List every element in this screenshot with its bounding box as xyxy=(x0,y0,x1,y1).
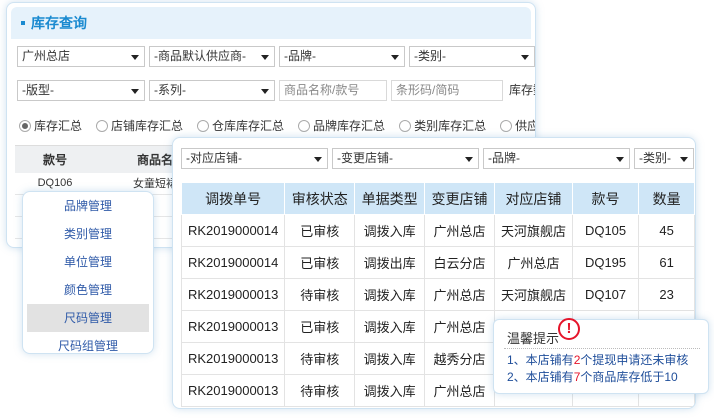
chevron-down-icon xyxy=(521,55,529,60)
radio-warehouse-summary[interactable]: 仓库库存汇总 xyxy=(197,117,284,134)
transfer-category-select[interactable]: -类别- xyxy=(634,148,694,169)
column-header-qty: 数量 xyxy=(638,182,695,215)
fit-select[interactable]: -版型- xyxy=(17,80,145,101)
radio-category-summary[interactable]: 类别库存汇总 xyxy=(399,117,486,134)
radio-inventory-summary[interactable]: 库存汇总 xyxy=(19,117,82,134)
summary-radio-group: 库存汇总 店铺库存汇总 仓库库存汇总 品牌库存汇总 类别库存汇总 供应商库 xyxy=(19,117,535,134)
divider xyxy=(504,348,700,349)
attribute-menu: 品牌管理 类别管理 单位管理 颜色管理 尺码管理 尺码组管理 xyxy=(22,191,154,354)
table-row[interactable]: RK2019000014 已审核 调拨出库 白云分店 广州总店 DQ195 61 xyxy=(180,246,695,279)
column-header-doc-type: 单据类型 xyxy=(354,182,426,215)
product-search-input[interactable]: 商品名称/款号 xyxy=(279,80,387,101)
supplier-select[interactable]: -商品默认供应商- xyxy=(149,46,275,67)
store-select[interactable]: 广州总店 xyxy=(17,46,145,67)
chevron-down-icon xyxy=(261,89,269,94)
inventory-panel-title: 库存查询 xyxy=(31,15,87,31)
chevron-down-icon xyxy=(261,55,269,60)
tip-notification: 温馨提示 ! 1、本店铺有2个提现申请还未审核 2、本店铺有7个商品库存低于10 xyxy=(493,318,709,394)
column-header-changed-store: 变更店铺 xyxy=(424,182,495,215)
title-bullet-icon xyxy=(21,21,25,25)
chevron-down-icon xyxy=(680,157,688,162)
target-store-select[interactable]: -变更店铺- xyxy=(332,148,479,169)
column-header-status: 审核状态 xyxy=(284,182,356,215)
source-store-select[interactable]: -对应店铺- xyxy=(181,148,328,169)
transfer-brand-select[interactable]: -品牌- xyxy=(483,148,630,169)
chevron-down-icon xyxy=(616,157,624,162)
tip-line-low-stock[interactable]: 2、本店铺有7个商品库存低于10 xyxy=(507,368,678,385)
column-header-style-no: 款号 xyxy=(571,182,640,215)
chevron-down-icon xyxy=(391,55,399,60)
category-select[interactable]: -类别- xyxy=(409,46,535,67)
tip-line-withdrawal[interactable]: 1、本店铺有2个提现申请还未审核 xyxy=(507,351,688,368)
radio-supplier-summary[interactable]: 供应商库 xyxy=(500,117,535,134)
menu-item-size[interactable]: 尺码管理 xyxy=(27,304,149,332)
chevron-down-icon xyxy=(314,157,322,162)
warning-icon: ! xyxy=(558,318,580,340)
tip-title: 温馨提示 xyxy=(507,331,560,346)
radio-brand-summary[interactable]: 品牌库存汇总 xyxy=(298,117,385,134)
menu-item-category[interactable]: 类别管理 xyxy=(27,220,149,248)
series-select[interactable]: -系列- xyxy=(149,80,275,101)
stock-qty-label: 库存数 xyxy=(509,83,535,97)
chevron-down-icon xyxy=(131,55,139,60)
menu-item-unit[interactable]: 单位管理 xyxy=(27,248,149,276)
column-header-order-no: 调拨单号 xyxy=(180,182,286,215)
menu-item-size-group[interactable]: 尺码组管理 xyxy=(27,332,149,360)
menu-item-brand[interactable]: 品牌管理 xyxy=(27,192,149,220)
table-row[interactable]: RK2019000013 待审核 调拨入库 广州总店 天河旗舰店 DQ107 23 xyxy=(180,278,695,311)
column-header: 款号 xyxy=(15,145,95,173)
radio-store-summary[interactable]: 店铺库存汇总 xyxy=(96,117,183,134)
inventory-panel-header: 库存查询 xyxy=(11,7,531,39)
chevron-down-icon xyxy=(131,89,139,94)
brand-select[interactable]: -品牌- xyxy=(279,46,405,67)
menu-item-color[interactable]: 颜色管理 xyxy=(27,276,149,304)
column-header-counter-store: 对应店铺 xyxy=(493,182,573,215)
barcode-input[interactable]: 条形码/简码 xyxy=(391,80,503,101)
chevron-down-icon xyxy=(465,157,473,162)
table-row[interactable]: RK2019000014 已审核 调拨入库 广州总店 天河旗舰店 DQ105 45 xyxy=(180,214,695,247)
